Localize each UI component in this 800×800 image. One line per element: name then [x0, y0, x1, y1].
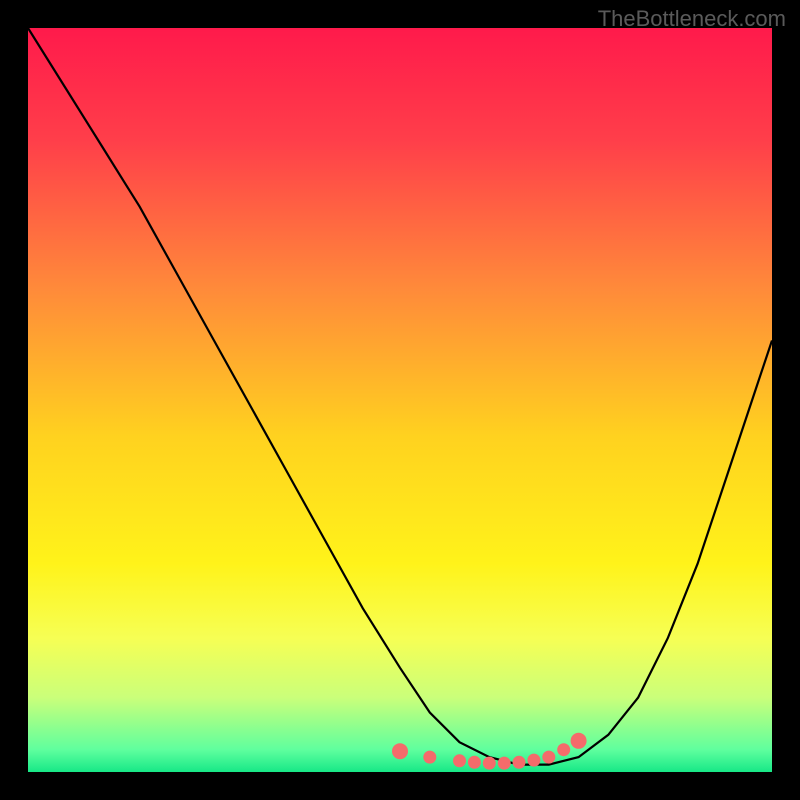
highlight-dot	[498, 757, 511, 770]
highlight-dot	[527, 754, 540, 767]
watermark-text: TheBottleneck.com	[598, 6, 786, 32]
highlight-dot	[423, 751, 436, 764]
chart-background	[28, 28, 772, 772]
highlight-dot	[542, 751, 555, 764]
highlight-dot	[513, 756, 526, 769]
chart-svg	[28, 28, 772, 772]
highlight-dot	[392, 743, 408, 759]
highlight-dot	[571, 733, 587, 749]
bottleneck-chart	[28, 28, 772, 772]
highlight-dot	[483, 757, 496, 770]
highlight-dot	[468, 756, 481, 769]
highlight-dot	[557, 743, 570, 756]
highlight-dot	[453, 754, 466, 767]
